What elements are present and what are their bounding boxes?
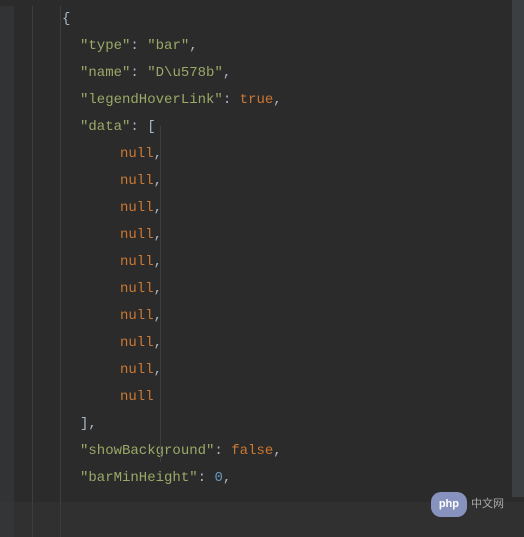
json-null: null	[120, 195, 154, 222]
json-null: null	[120, 168, 154, 195]
code-line: "showBackground": false,	[80, 438, 282, 465]
json-key: "data"	[80, 114, 130, 141]
array-close: ],	[80, 411, 97, 438]
code-line: null,	[80, 249, 282, 276]
json-value: [	[147, 114, 155, 141]
json-key: "name"	[80, 60, 130, 87]
json-value: true	[240, 87, 274, 114]
json-value: false	[231, 438, 273, 465]
json-null: null	[120, 141, 154, 168]
code-line: null,	[80, 141, 282, 168]
json-value: "D\u578b"	[147, 60, 223, 87]
vertical-scrollbar[interactable]	[512, 0, 524, 497]
code-line: "name": "D\u578b",	[80, 60, 282, 87]
code-line: null,	[80, 195, 282, 222]
json-value: 0	[214, 465, 222, 492]
json-key: "legendHoverLink"	[80, 87, 223, 114]
json-null: null	[120, 249, 154, 276]
code-line: ],	[80, 411, 282, 438]
code-content[interactable]: { "type": "bar","name": "D\u578b","legen…	[72, 6, 282, 537]
code-line: null,	[80, 276, 282, 303]
code-line: null,	[80, 222, 282, 249]
json-value: "bar"	[147, 33, 189, 60]
editor-gutter	[0, 6, 14, 537]
code-line: null,	[80, 357, 282, 384]
watermark: php 中文网	[431, 492, 504, 517]
json-null: null	[120, 330, 154, 357]
open-brace: {	[62, 6, 70, 33]
json-null: null	[120, 357, 154, 384]
code-line: "legendHoverLink": true,	[80, 87, 282, 114]
json-key: "barMinHeight"	[80, 465, 198, 492]
json-null: null	[120, 222, 154, 249]
code-line: null,	[80, 168, 282, 195]
code-line: null	[80, 384, 282, 411]
code-line: "data": [	[80, 114, 282, 141]
code-editor[interactable]: { "type": "bar","name": "D\u578b","legen…	[0, 0, 524, 537]
indent-guides	[14, 6, 72, 537]
watermark-text: 中文网	[471, 494, 504, 515]
php-badge-icon: php	[431, 492, 467, 517]
code-line: "type": "bar",	[80, 33, 282, 60]
json-key: "showBackground"	[80, 438, 214, 465]
code-line: "barMinHeight": 0,	[80, 465, 282, 492]
json-key: "type"	[80, 33, 130, 60]
json-null: null	[120, 303, 154, 330]
json-null: null	[120, 384, 154, 411]
code-line: null,	[80, 303, 282, 330]
code-line: null,	[80, 330, 282, 357]
code-line: {	[80, 6, 282, 33]
json-null: null	[120, 276, 154, 303]
